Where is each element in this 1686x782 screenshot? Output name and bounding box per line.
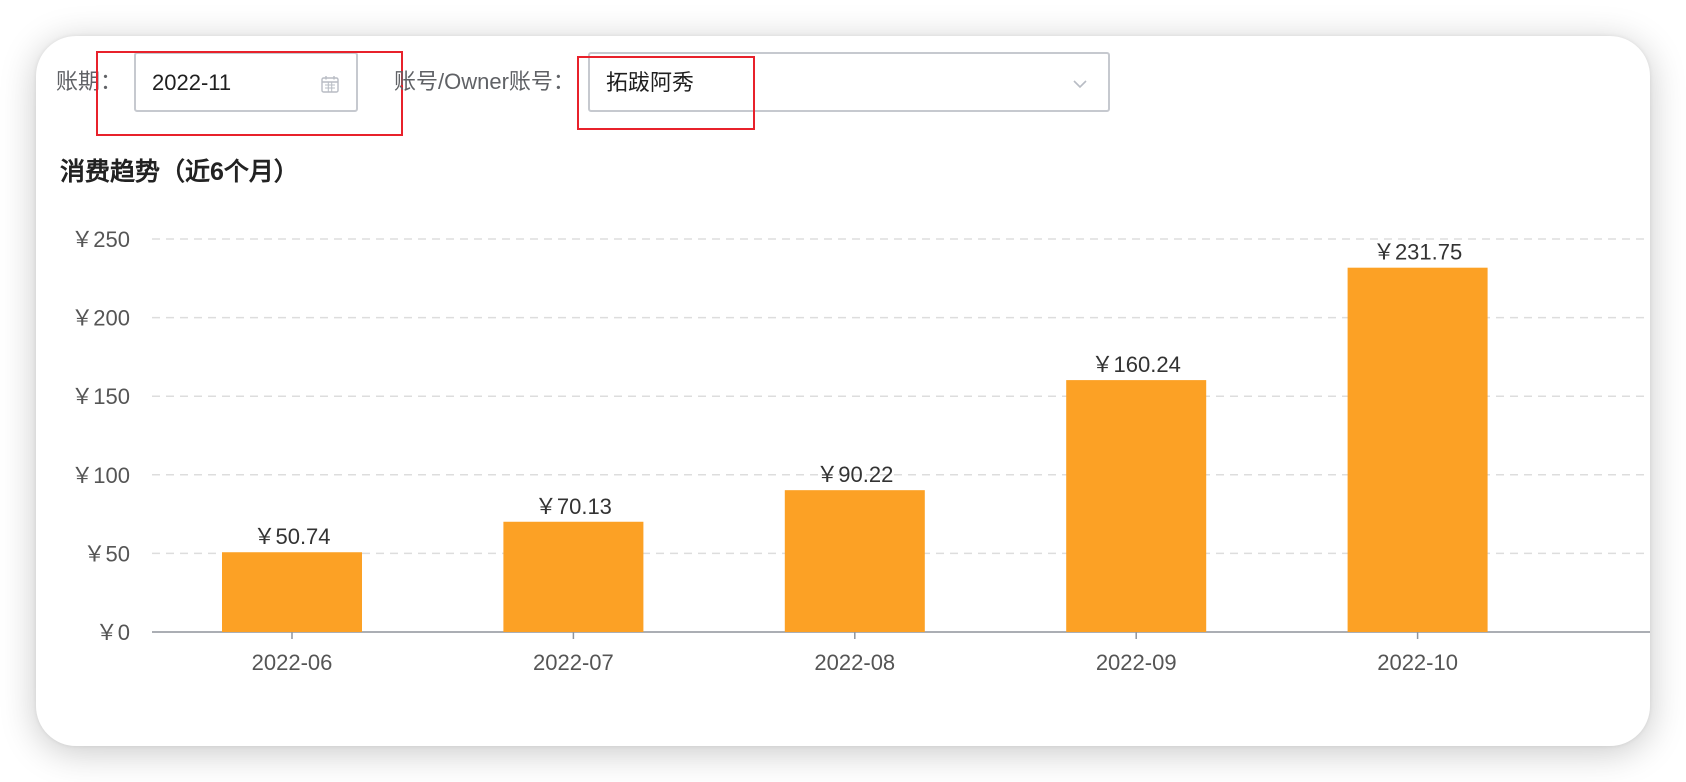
x-tick-label: 2022-10 bbox=[1377, 650, 1458, 675]
spending-trend-chart: ￥0 ￥50 ￥100 ￥150 ￥200 ￥250 ￥50.74 2022-06 ￥70.13… bbox=[71, 227, 1650, 675]
bar bbox=[503, 521, 644, 632]
bar-value-label: ￥160.24 bbox=[1092, 352, 1181, 377]
x-tick-label: 2022-07 bbox=[533, 650, 614, 675]
billing-card: 账期： 2022-11 账号/Owner账号： 拓跋阿秀 消费趋势（近6个月） … bbox=[36, 36, 1650, 746]
bar-value-label: ￥90.22 bbox=[816, 462, 893, 487]
bar bbox=[784, 490, 925, 632]
bar-value-label: ￥70.13 bbox=[535, 494, 612, 519]
y-tick-label: ￥50 bbox=[84, 541, 130, 566]
bar bbox=[222, 552, 362, 632]
bar-value-label: ￥231.75 bbox=[1373, 240, 1462, 265]
bar-value-label: ￥50.74 bbox=[253, 524, 330, 549]
bar bbox=[1347, 267, 1488, 632]
y-tick-label: ￥150 bbox=[71, 384, 130, 409]
y-tick-label: ￥0 bbox=[96, 620, 130, 645]
y-tick-label: ￥200 bbox=[71, 306, 130, 331]
x-tick-label: 2022-06 bbox=[252, 650, 333, 675]
y-tick-label: ￥250 bbox=[71, 227, 130, 252]
x-tick-label: 2022-09 bbox=[1096, 650, 1177, 675]
x-tick-label: 2022-08 bbox=[814, 650, 895, 675]
bar bbox=[1066, 380, 1207, 632]
y-tick-label: ￥100 bbox=[71, 463, 130, 488]
